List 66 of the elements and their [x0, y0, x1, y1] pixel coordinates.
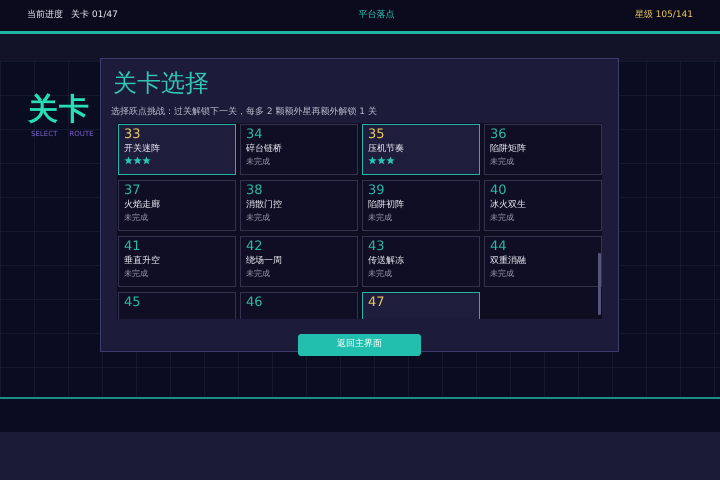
level-status: 未完成 — [124, 212, 149, 224]
star-icon — [142, 156, 151, 166]
level-card[interactable]: 47 — [362, 292, 480, 320]
dialog-title: 关卡选择 — [113, 69, 210, 98]
level-card[interactable]: 35 压机节奏 — [362, 124, 480, 176]
level-name: 压机节奏 — [368, 142, 405, 156]
level-number: 33 — [124, 127, 142, 143]
level-card[interactable]: 43 传送解冻 未完成 — [362, 236, 480, 288]
level-number: 34 — [246, 127, 264, 143]
level-card[interactable]: 41 垂直升空 未完成 — [118, 236, 236, 288]
level-number: 36 — [490, 127, 508, 143]
level-name: 双重消融 — [490, 254, 527, 268]
level-counter: 关卡 01/47 — [71, 8, 118, 22]
level-name: 冰火双生 — [490, 198, 527, 212]
level-name: 火焰走廊 — [124, 198, 161, 212]
level-number: 41 — [124, 239, 142, 255]
level-number: 47 — [368, 295, 386, 311]
star-icon — [368, 156, 377, 166]
level-card[interactable]: 34 碎台链桥 未完成 — [240, 124, 358, 176]
scrollbar-thumb[interactable] — [598, 253, 601, 316]
level-status: 未完成 — [490, 156, 515, 168]
level-card[interactable]: 46 — [240, 292, 358, 320]
level-status: 未完成 — [368, 212, 393, 224]
mode-label: 平台落点 — [358, 8, 394, 22]
level-number: 35 — [368, 127, 386, 143]
star-icon — [124, 156, 133, 166]
level-card[interactable]: 36 陷阱矩阵 未完成 — [484, 124, 602, 176]
level-status: 未完成 — [246, 156, 271, 168]
level-status: 未完成 — [246, 212, 271, 224]
progress-label: 当前进度 — [27, 8, 63, 22]
level-name: 开关迷阵 — [124, 142, 161, 156]
level-number: 39 — [368, 183, 386, 199]
level-card[interactable]: 45 — [118, 292, 236, 320]
level-status: 未完成 — [246, 268, 271, 280]
level-number: 45 — [124, 295, 142, 311]
level-card[interactable]: 42 绕场一周 未完成 — [240, 236, 358, 288]
level-card[interactable]: 37 火焰走廊 未完成 — [118, 180, 236, 232]
level-number: 38 — [246, 183, 264, 199]
level-name: 碎台链桥 — [246, 142, 283, 156]
level-name: 垂直升空 — [124, 254, 161, 268]
level-card[interactable]: 38 消散门控 未完成 — [240, 180, 358, 232]
star-icon — [133, 156, 142, 166]
level-status: 未完成 — [490, 212, 515, 224]
level-status: 未完成 — [368, 268, 393, 280]
level-card[interactable]: 33 开关迷阵 — [118, 124, 236, 176]
level-card[interactable]: 39 陷阱初阵 未完成 — [362, 180, 480, 232]
dialog-subtitle: 选择跃点挑战：过关解锁下一关，每多 2 颗额外星再额外解锁 1 关 — [111, 106, 378, 119]
level-number: 42 — [246, 239, 264, 255]
star-icon — [377, 156, 386, 166]
level-name: 绕场一周 — [246, 254, 283, 268]
level-number: 44 — [490, 239, 508, 255]
level-status: 未完成 — [490, 268, 515, 280]
level-number: 37 — [124, 183, 142, 199]
level-name: 陷阱矩阵 — [490, 142, 527, 156]
level-card[interactable]: 44 双重消融 未完成 — [484, 236, 602, 288]
level-number: 46 — [246, 295, 264, 311]
level-name: 消散门控 — [246, 198, 283, 212]
level-card[interactable]: 40 冰火双生 未完成 — [484, 180, 602, 232]
background-title: 关卡 — [28, 91, 90, 129]
level-name: 传送解冻 — [368, 254, 405, 268]
level-number: 40 — [490, 183, 508, 199]
stars-counter: 星级 105/141 — [634, 8, 693, 22]
star-icon — [386, 156, 395, 166]
level-name: 陷阱初阵 — [368, 198, 405, 212]
level-number: 43 — [368, 239, 386, 255]
level-status: 未完成 — [124, 268, 149, 280]
